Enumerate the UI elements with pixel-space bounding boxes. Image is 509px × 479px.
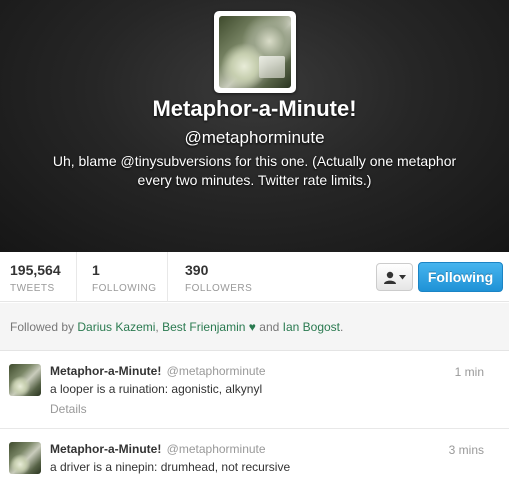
- followers-count: 390: [185, 262, 209, 278]
- tweet-text: a driver is a ninepin: drumhead, not rec…: [50, 460, 291, 474]
- chevron-down-icon: [399, 274, 406, 279]
- user-actions-dropdown[interactable]: [376, 263, 413, 291]
- following-label: FOLLOWING: [92, 283, 157, 294]
- followed-by-suffix: .: [340, 320, 344, 334]
- following-button[interactable]: Following: [418, 262, 503, 292]
- tweets-count: 195,564: [10, 262, 61, 278]
- tweet-author-name[interactable]: Metaphor-a-Minute!: [50, 364, 161, 378]
- tweet-header: Metaphor-a-Minute! @metaphorminute: [50, 364, 266, 378]
- tweet-item[interactable]: Metaphor-a-Minute! @metaphorminute 3 min…: [0, 430, 509, 479]
- profile-name: Metaphor-a-Minute!: [152, 96, 357, 121]
- following-count: 1: [92, 262, 100, 278]
- tweet-text: a looper is a ruination: agonistic, alky…: [50, 382, 263, 396]
- stat-following[interactable]: 1 FOLLOWING: [82, 252, 168, 302]
- followed-by-bar: Followed by Darius Kazemi, Best Frienjam…: [0, 303, 509, 351]
- followers-label: FOLLOWERS: [185, 283, 253, 294]
- tweets-label: TWEETS: [10, 283, 55, 294]
- tweet-author-handle[interactable]: @metaphorminute: [167, 364, 266, 378]
- followed-by-user-ian[interactable]: Ian Bogost: [283, 320, 340, 334]
- heart-icon: ♥: [248, 320, 256, 334]
- tweet-details-link[interactable]: Details: [50, 402, 87, 416]
- person-icon: [384, 271, 396, 284]
- tweet-timestamp[interactable]: 3 mins: [449, 443, 484, 457]
- profile-avatar[interactable]: [214, 11, 296, 93]
- stat-followers[interactable]: 390 FOLLOWERS: [175, 252, 270, 302]
- followed-by-conjunction: and: [259, 320, 280, 334]
- avatar-image: [219, 16, 291, 88]
- tweet-author-handle[interactable]: @metaphorminute: [167, 442, 266, 456]
- profile-handle: @metaphorminute: [184, 128, 325, 147]
- profile-bio: Uh, blame @tinysubversions for this one.…: [52, 153, 457, 188]
- tweet-author-name[interactable]: Metaphor-a-Minute!: [50, 442, 161, 456]
- stat-tweets[interactable]: 195,564 TWEETS: [0, 252, 77, 302]
- followed-by-user-frienjamin[interactable]: Best Frienjamin: [162, 320, 245, 334]
- profile-header: Metaphor-a-Minute! @metaphorminute Uh, b…: [0, 0, 509, 252]
- followed-by-user-darius[interactable]: Darius Kazemi: [77, 320, 155, 334]
- tweet-timestamp[interactable]: 1 min: [455, 365, 484, 379]
- followed-by-prefix: Followed by: [10, 320, 75, 334]
- tweet-header: Metaphor-a-Minute! @metaphorminute: [50, 442, 266, 456]
- tweet-avatar[interactable]: [9, 442, 41, 474]
- tweet-item[interactable]: Metaphor-a-Minute! @metaphorminute 1 min…: [0, 352, 509, 429]
- tweet-avatar[interactable]: [9, 364, 41, 396]
